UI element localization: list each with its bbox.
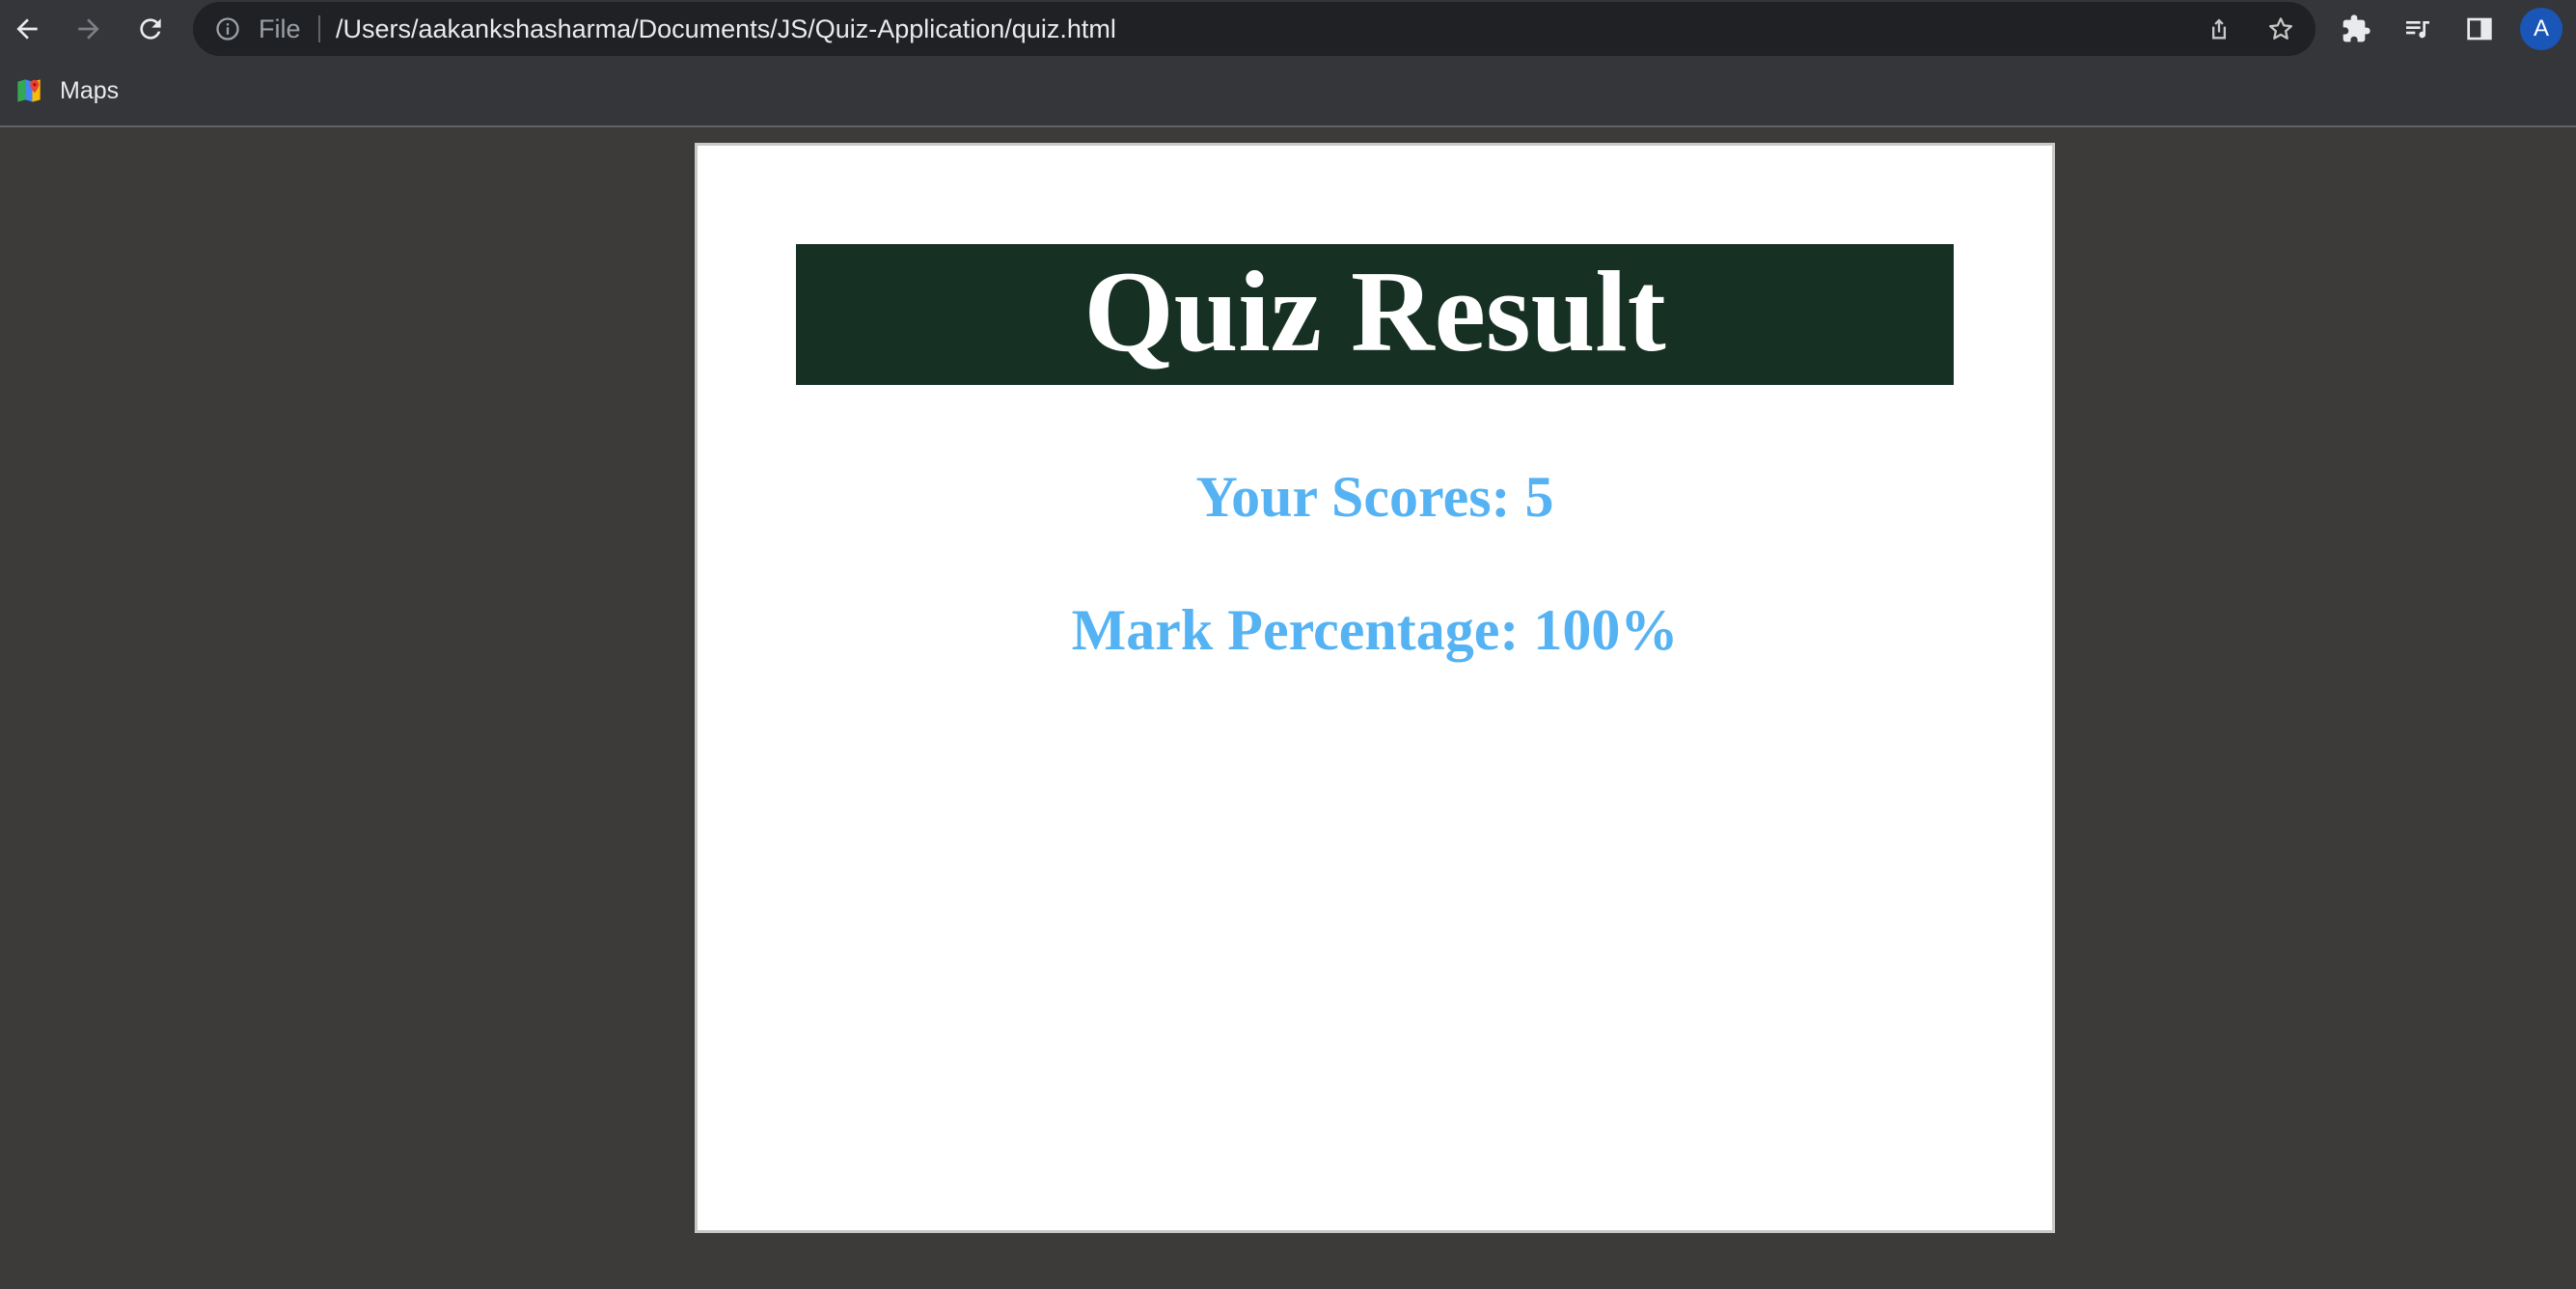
- share-icon: [2212, 18, 2226, 40]
- address-bar[interactable]: File /Users/aakankshasharma/Documents/JS…: [193, 2, 2316, 56]
- star-icon: [2269, 17, 2292, 40]
- forward-button[interactable]: [66, 6, 112, 52]
- media-control-button[interactable]: [2397, 8, 2439, 50]
- side-panel-icon: [2467, 17, 2492, 41]
- score-text: Your Scores: 5: [1195, 465, 1554, 529]
- side-panel-button[interactable]: [2458, 8, 2501, 50]
- info-icon[interactable]: [214, 15, 241, 42]
- reload-icon: [140, 18, 161, 40]
- quiz-result-card: Quiz Result Your Scores: 5 Mark Percenta…: [695, 143, 2055, 1233]
- reload-button[interactable]: [127, 6, 174, 52]
- percentage-text: Mark Percentage: 100%: [1071, 598, 1679, 662]
- share-button[interactable]: [2200, 10, 2238, 48]
- puzzle-icon: [2343, 14, 2370, 42]
- url-text[interactable]: /Users/aakankshasharma/Documents/JS/Quiz…: [336, 14, 1116, 44]
- bookmark-label: Maps: [60, 76, 120, 104]
- result-banner: Quiz Result: [796, 244, 1954, 385]
- page-title: Quiz Result: [1083, 247, 1666, 375]
- browser-chrome: File /Users/aakankshasharma/Documents/JS…: [0, 0, 2576, 127]
- url-separator: [318, 15, 320, 42]
- bookmarks-bar: Maps: [0, 66, 2576, 116]
- chrome-divider: [0, 125, 2576, 127]
- browser-toolbar: File /Users/aakankshasharma/Documents/JS…: [0, 0, 2576, 58]
- forward-arrow-icon: [78, 18, 99, 40]
- back-button[interactable]: [4, 6, 50, 52]
- maps-icon: [17, 79, 41, 102]
- profile-avatar[interactable]: A: [2520, 8, 2562, 50]
- bookmark-star-button[interactable]: [2261, 10, 2300, 48]
- back-arrow-icon: [16, 18, 38, 40]
- media-queue-icon: [2406, 21, 2429, 39]
- extensions-button[interactable]: [2335, 8, 2377, 50]
- url-scheme-label: File: [259, 14, 301, 43]
- bookmark-maps[interactable]: Maps: [12, 69, 128, 112]
